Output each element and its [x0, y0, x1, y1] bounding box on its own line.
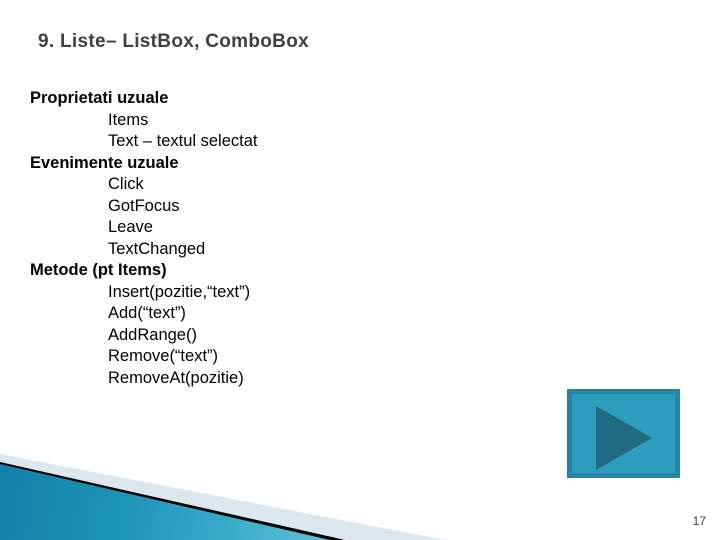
list-item: AddRange()	[108, 325, 197, 344]
list-item: RemoveAt(pozitie)	[108, 368, 244, 387]
section-heading: Proprietati uzuale	[30, 89, 169, 107]
page-number: 17	[692, 514, 706, 528]
list-item: Remove(“text”)	[108, 347, 219, 365]
play-icon	[596, 406, 652, 470]
list-item: Insert(pozitie,“text”)	[108, 282, 251, 301]
play-button[interactable]	[567, 389, 680, 478]
section-heading: Metode (pt Items)	[30, 261, 167, 279]
list-item: Click	[108, 175, 144, 193]
list-item: TextChanged	[108, 239, 206, 258]
page-title: 9. Liste– ListBox, ComboBox	[38, 31, 309, 52]
list-item: Items	[108, 110, 149, 129]
list-item: Text – textul selectat	[108, 132, 258, 150]
section-heading: Evenimente uzuale	[30, 153, 179, 172]
list-item: GotFocus	[108, 196, 180, 215]
list-item: Add(“text”)	[108, 304, 186, 322]
presentation-slide: 9. Liste– ListBox, ComboBox Proprietati …	[0, 0, 720, 540]
content-body: Proprietati uzuale Items Text – textul sel…	[30, 88, 490, 389]
list-item: Leave	[108, 218, 153, 236]
